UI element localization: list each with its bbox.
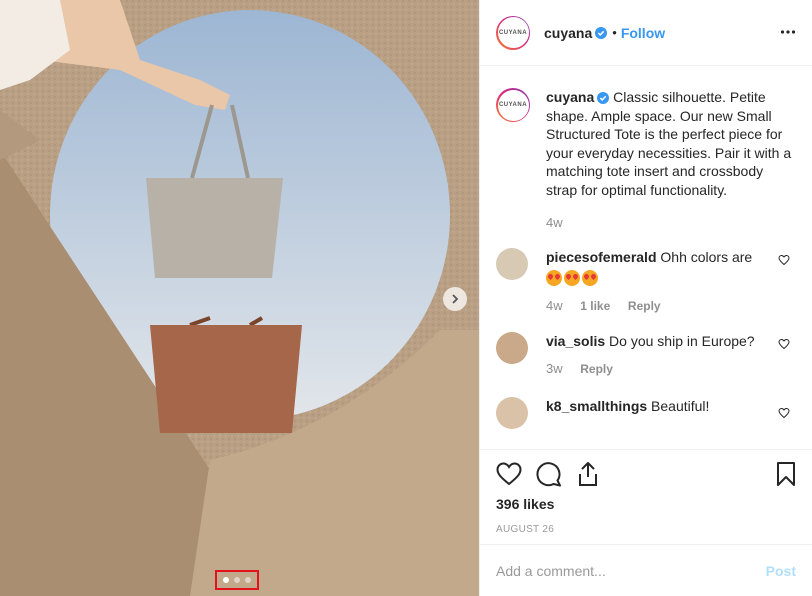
post-comment-button[interactable]: Post xyxy=(766,563,796,579)
post-actions: 396 likes AUGUST 26 xyxy=(480,449,812,535)
comment-username[interactable]: piecesofemerald xyxy=(546,249,657,265)
verified-badge-icon xyxy=(595,26,608,39)
comment-text: Beautiful! xyxy=(651,398,710,414)
heart-eyes-emoji-icon xyxy=(564,270,580,286)
caption-text-block: cuyana Classic silhouette. Petite shape.… xyxy=(546,88,796,199)
follow-button[interactable]: Follow xyxy=(621,25,665,41)
photo-scene xyxy=(0,0,479,596)
caption-avatar[interactable]: CUYANA xyxy=(496,88,530,122)
caption-text: Classic silhouette. Petite shape. Ample … xyxy=(546,89,792,198)
comment-item: piecesofemerald Ohh colors are 4w 1 like… xyxy=(496,248,796,316)
separator-dot: • xyxy=(612,25,617,40)
reply-button[interactable]: Reply xyxy=(580,362,613,376)
comment-username[interactable]: via_solis xyxy=(546,333,605,349)
comments-scroll-area[interactable]: CUYANA cuyana Classic silhouette. Petite… xyxy=(480,66,812,449)
comment-time[interactable]: 4w xyxy=(546,298,563,313)
like-heart-icon[interactable] xyxy=(496,462,522,486)
comment-item: k8_smallthings Beautiful! xyxy=(496,397,796,429)
comment-emojis xyxy=(546,269,771,288)
post-date[interactable]: AUGUST 26 xyxy=(496,524,796,535)
comment-item: via_solis Do you ship in Europe? 3w Repl… xyxy=(496,332,796,379)
header-username[interactable]: cuyana xyxy=(544,25,592,41)
avatar[interactable]: CUYANA xyxy=(496,15,530,50)
post-image[interactable] xyxy=(0,0,479,596)
chevron-right-icon xyxy=(452,294,459,304)
comment-text: Ohh colors are xyxy=(660,249,753,265)
verified-badge-icon xyxy=(597,92,610,104)
save-bookmark-icon[interactable] xyxy=(776,461,796,487)
avatar-logo: CUYANA xyxy=(497,17,529,48)
carousel-dot-2 xyxy=(234,577,240,583)
carousel-indicator xyxy=(215,570,259,590)
comment-input[interactable] xyxy=(496,562,766,579)
comment-text: Do you ship in Europe? xyxy=(609,333,755,349)
likes-count[interactable]: 396 likes xyxy=(496,496,796,512)
like-comment-heart-icon[interactable] xyxy=(778,338,790,350)
more-options-icon[interactable] xyxy=(780,24,796,40)
caption-username[interactable]: cuyana xyxy=(546,89,594,105)
reply-button[interactable]: Reply xyxy=(628,299,661,313)
comment-time[interactable]: 3w xyxy=(546,361,563,376)
post-header: CUYANA cuyana • Follow xyxy=(480,0,812,66)
post-panel: CUYANA cuyana • Follow CUYANA cuyana Cla… xyxy=(479,0,812,596)
comment-meta: 4w 1 like Reply xyxy=(546,296,771,316)
caption-time[interactable]: 4w xyxy=(546,215,796,230)
comment-avatar[interactable] xyxy=(496,397,528,429)
comment-bubble-icon[interactable] xyxy=(536,461,562,487)
carousel-dot-3 xyxy=(245,577,251,583)
carousel-dot-1 xyxy=(223,577,229,583)
comment-likes[interactable]: 1 like xyxy=(580,299,610,313)
heart-eyes-emoji-icon xyxy=(582,270,598,286)
share-icon[interactable] xyxy=(576,461,600,487)
comment-username[interactable]: k8_smallthings xyxy=(546,398,647,414)
like-comment-heart-icon[interactable] xyxy=(778,407,790,419)
comment-meta: 3w Reply xyxy=(546,359,771,379)
comment-avatar[interactable] xyxy=(496,332,528,364)
like-comment-heart-icon[interactable] xyxy=(778,254,790,266)
heart-eyes-emoji-icon xyxy=(546,270,562,286)
comment-avatar[interactable] xyxy=(496,248,528,280)
add-comment-bar: Post xyxy=(480,544,812,596)
post-caption: CUYANA cuyana Classic silhouette. Petite… xyxy=(496,66,796,199)
caption-avatar-logo: CUYANA xyxy=(497,89,529,121)
carousel-next-button[interactable] xyxy=(443,287,467,311)
